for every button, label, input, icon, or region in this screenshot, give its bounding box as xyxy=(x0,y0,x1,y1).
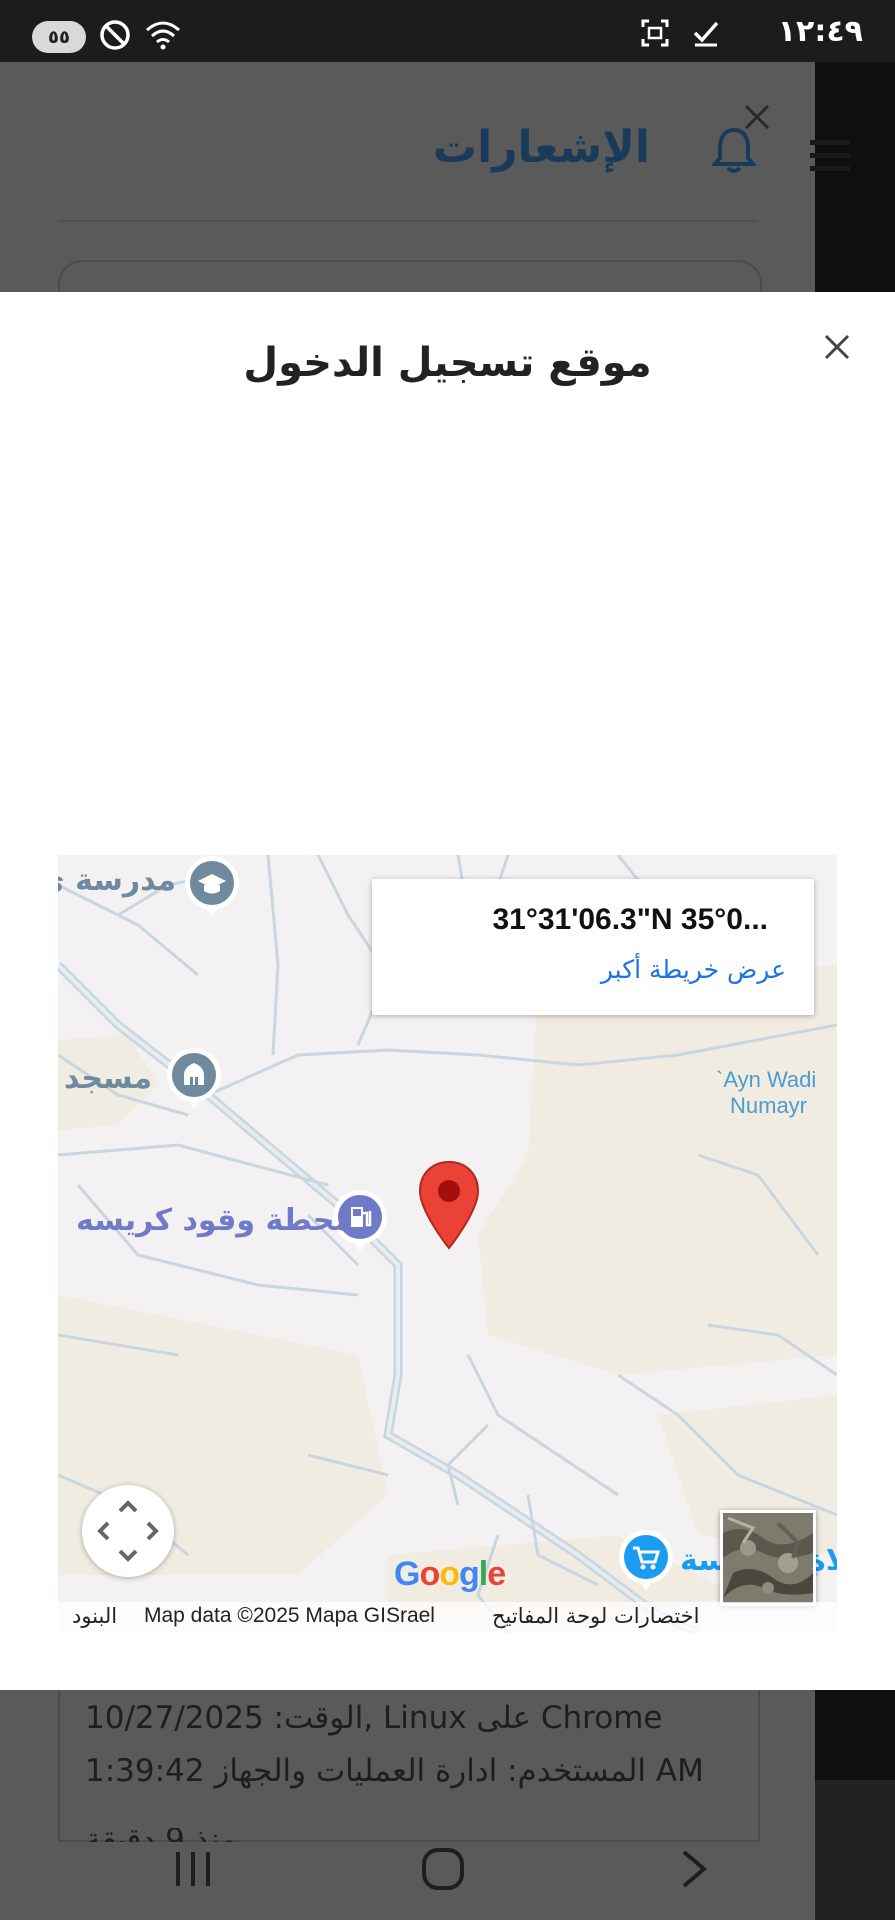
mosque-label: مسجد xyxy=(64,1061,153,1096)
wifi-icon xyxy=(144,18,182,56)
map-data-attribution: Map data ©2025 Mapa GISrael xyxy=(144,1604,435,1627)
spring-label-line1: `Ayn Wadi xyxy=(716,1067,817,1092)
coordinates-text: 31°31'06.3"N 35°0... xyxy=(492,903,768,936)
back-icon[interactable] xyxy=(676,1848,710,1894)
home-icon[interactable] xyxy=(420,1846,466,1896)
satellite-thumbnail xyxy=(723,1513,813,1603)
map-embed[interactable]: مدرسة ي مسجد محطة وقود كريسه `Ayn Wadi N… xyxy=(58,855,837,1633)
notifications-title: الإشعارات xyxy=(432,122,650,173)
gas-station-label: محطة وقود كريسه xyxy=(76,1203,354,1238)
hamburger-menu-icon xyxy=(810,138,850,178)
map-pan-button[interactable] xyxy=(82,1485,174,1577)
school-icon[interactable] xyxy=(182,855,242,921)
background-divider xyxy=(58,220,758,222)
screenshot-icon xyxy=(640,18,670,52)
map-info-window: 31°31'06.3"N 35°0... عرض خريطة أكبر xyxy=(372,879,814,1015)
checkmark-icon xyxy=(692,19,720,51)
shopping-cart-icon[interactable] xyxy=(616,1527,676,1597)
spring-label-line2: Numayr xyxy=(730,1093,808,1118)
view-larger-map-link[interactable]: عرض خريطة أكبر xyxy=(601,955,786,984)
status-bar: ٥٥ ١٢:٤٩ xyxy=(0,0,895,62)
status-icons-right xyxy=(640,18,720,52)
mosque-icon[interactable] xyxy=(164,1045,224,1115)
background-side-panel-lower xyxy=(815,1780,895,1920)
keyboard-shortcuts-link[interactable]: اختصارات لوحة المفاتيح xyxy=(492,1604,699,1628)
navigation-bar xyxy=(0,1830,815,1920)
move-arrows-icon xyxy=(97,1500,159,1562)
do-not-disturb-icon xyxy=(98,18,132,56)
satellite-view-toggle[interactable] xyxy=(720,1510,816,1606)
terms-link[interactable]: البنود xyxy=(72,1604,117,1628)
notification-user-line: المستخدم: ادارة العمليات والجهاز 1:39:42… xyxy=(85,1753,704,1789)
notification-time-line: الوقت: 10/27/2025, Linux على Chrome xyxy=(85,1700,663,1736)
school-label: مدرسة ي xyxy=(58,863,176,898)
battery-indicator: ٥٥ xyxy=(32,21,86,53)
google-logo: Google xyxy=(394,1555,506,1593)
recent-apps-icon[interactable] xyxy=(172,1848,214,1894)
status-icons-left: ٥٥ xyxy=(32,18,182,56)
location-marker-icon[interactable] xyxy=(418,1160,480,1254)
background-close-icon xyxy=(742,102,772,136)
login-location-modal: موقع تسجيل الدخول مدرسة مسجد محطة وقود ك… xyxy=(0,292,895,1690)
clock: ١٢:٤٩ xyxy=(777,14,863,49)
map-attribution-bar: البنود Map data ©2025 Mapa GISrael اختصا… xyxy=(58,1602,837,1633)
modal-title: موقع تسجيل الدخول xyxy=(243,340,652,386)
